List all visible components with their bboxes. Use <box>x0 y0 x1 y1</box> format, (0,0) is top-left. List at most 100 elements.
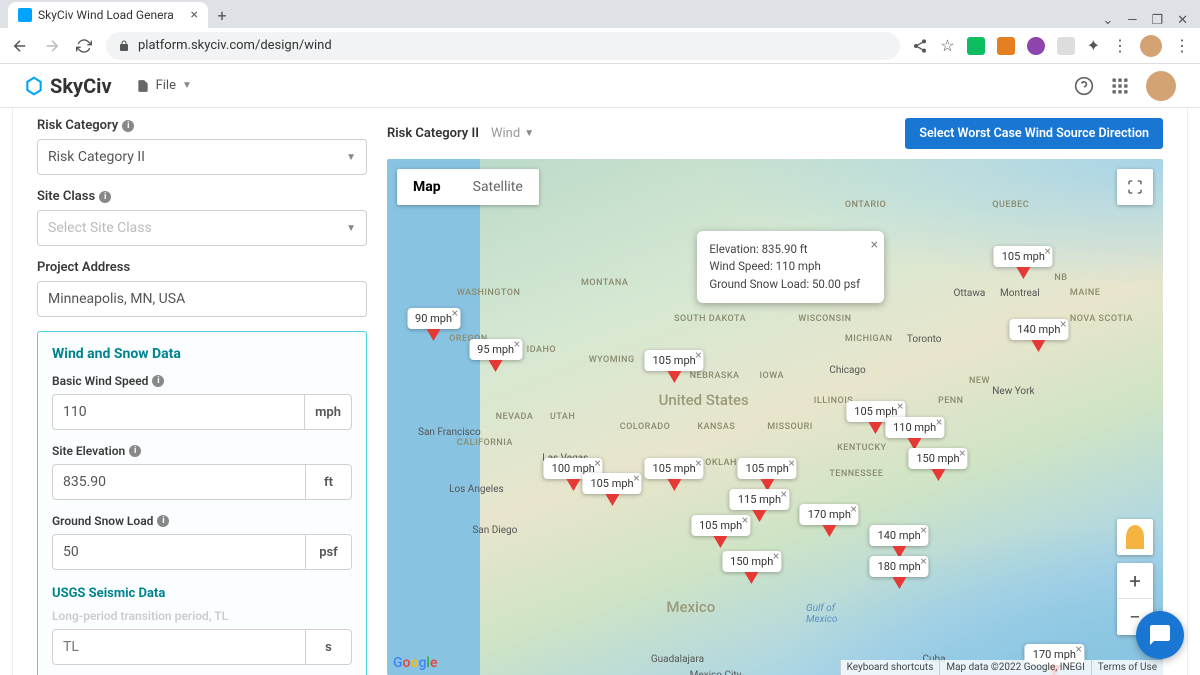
info-icon[interactable]: i <box>122 120 134 132</box>
state-label: NOVA SCOTIA <box>1070 314 1133 324</box>
close-icon[interactable]: × <box>959 446 965 460</box>
back-button[interactable] <box>10 36 30 56</box>
wind-pin[interactable]: ×150 mph <box>722 551 781 572</box>
wind-pin[interactable]: ×110 mph <box>885 417 944 438</box>
close-icon[interactable]: × <box>788 456 794 470</box>
logo-icon <box>24 76 44 96</box>
keyboard-shortcuts-link[interactable]: Keyboard shortcuts <box>840 660 940 675</box>
map-canvas[interactable]: Map Satellite × Elevation: 835.90 ft Win… <box>387 159 1163 675</box>
kebab-icon[interactable]: ⋮ <box>1112 36 1128 55</box>
close-icon[interactable]: × <box>897 399 903 413</box>
risk-category-select[interactable]: Risk Category II ▼ <box>37 139 367 175</box>
chat-bubble[interactable] <box>1136 611 1184 659</box>
star-icon[interactable]: ☆ <box>940 36 954 55</box>
chevron-down-icon: ▼ <box>346 223 356 234</box>
profile-avatar[interactable] <box>1140 35 1162 57</box>
close-icon[interactable]: × <box>695 348 701 362</box>
wind-pin[interactable]: ×105 mph <box>582 473 641 494</box>
close-icon[interactable]: × <box>1044 244 1050 258</box>
forward-button[interactable] <box>42 36 62 56</box>
satellite-btn[interactable]: Satellite <box>457 169 539 205</box>
zoom-in-button[interactable]: + <box>1117 563 1153 599</box>
worst-case-button[interactable]: Select Worst Case Wind Source Direction <box>905 118 1163 149</box>
wind-pin[interactable]: ×105 mph <box>645 458 704 479</box>
chevron-down-icon[interactable]: ⌄ <box>1102 13 1113 28</box>
fullscreen-button[interactable] <box>1117 169 1153 205</box>
pegman-control[interactable] <box>1117 519 1153 555</box>
wind-pin[interactable]: ×180 mph <box>870 556 929 577</box>
wind-pin[interactable]: ×140 mph <box>1009 319 1068 340</box>
snow-load-input[interactable] <box>52 534 306 570</box>
share-icon[interactable] <box>912 38 928 54</box>
ext-icon-3[interactable] <box>1027 37 1045 55</box>
map-header: Risk Category II Wind ▼ Select Worst Cas… <box>387 118 1163 149</box>
new-tab-button[interactable]: + <box>208 2 236 28</box>
state-label: PENN <box>938 396 964 406</box>
url-bar[interactable]: platform.skyciv.com/design/wind <box>106 32 900 60</box>
apps-icon[interactable] <box>1110 76 1130 96</box>
ext-icon-2[interactable] <box>997 37 1015 55</box>
close-icon[interactable]: × <box>633 471 639 485</box>
close-icon[interactable]: × <box>594 456 600 470</box>
puzzle-icon[interactable]: ✦ <box>1087 36 1100 55</box>
wind-pin[interactable]: ×105 mph <box>691 515 750 536</box>
close-icon[interactable]: × <box>871 235 878 256</box>
menu-icon[interactable]: ⋮ <box>1174 36 1190 55</box>
tab-close-icon[interactable]: × <box>191 7 198 23</box>
wind-pin[interactable]: ×90 mph <box>407 308 460 329</box>
state-label: IOWA <box>759 371 783 381</box>
info-icon[interactable]: i <box>157 515 169 527</box>
site-class-select[interactable]: Select Site Class ▼ <box>37 210 367 246</box>
wind-pin[interactable]: ×105 mph <box>645 350 704 371</box>
close-icon[interactable]: × <box>920 554 926 568</box>
file-menu[interactable]: File ▼ <box>136 78 192 93</box>
wind-pin[interactable]: ×115 mph <box>730 489 789 510</box>
info-icon[interactable]: i <box>152 375 164 387</box>
close-icon[interactable]: × <box>742 513 748 527</box>
project-address-input[interactable] <box>37 281 367 317</box>
close-icon[interactable]: × <box>1060 317 1066 331</box>
help-icon[interactable] <box>1074 76 1094 96</box>
browser-tab[interactable]: SkyCiv Wind Load Genera × <box>8 2 208 28</box>
state-label: COLORADO <box>620 422 671 432</box>
wind-pin[interactable]: ×170 mph <box>800 504 859 525</box>
close-icon[interactable]: × <box>773 549 779 563</box>
wind-pin[interactable]: ×150 mph <box>908 448 967 469</box>
terms-link[interactable]: Terms of Use <box>1091 660 1163 675</box>
info-icon[interactable]: i <box>99 191 111 203</box>
close-icon[interactable]: × <box>1076 642 1082 656</box>
city-label: New York <box>992 386 1034 397</box>
close-icon[interactable]: × <box>781 487 787 501</box>
close-icon[interactable]: × <box>920 523 926 537</box>
chevron-down-icon: ▼ <box>346 152 356 163</box>
user-avatar[interactable] <box>1146 71 1176 101</box>
close-icon[interactable]: ✕ <box>1177 13 1188 28</box>
wind-pin[interactable]: ×95 mph <box>469 339 522 360</box>
wind-pin[interactable]: ×105 mph <box>738 458 797 479</box>
close-icon[interactable]: × <box>695 456 701 470</box>
close-icon[interactable]: × <box>514 337 520 351</box>
tl-input[interactable] <box>52 629 306 665</box>
chat-icon <box>1148 623 1172 647</box>
wind-pin[interactable]: ×140 mph <box>870 525 929 546</box>
info-icon[interactable]: i <box>129 445 141 457</box>
ext-icon-1[interactable] <box>967 37 985 55</box>
wind-speed-input[interactable] <box>52 394 305 430</box>
state-label: NEBRASKA <box>690 371 740 381</box>
city-label: Toronto <box>907 334 942 345</box>
map-type-toggle: Map Satellite <box>397 169 539 205</box>
wind-pin[interactable]: ×105 mph <box>994 246 1053 267</box>
maximize-icon[interactable]: ❐ <box>1151 13 1163 28</box>
map-wind-dropdown[interactable]: Wind ▼ <box>491 126 534 141</box>
country-label: United States <box>659 391 749 409</box>
ext-icon-4[interactable] <box>1057 37 1075 55</box>
reload-button[interactable] <box>74 36 94 56</box>
close-icon[interactable]: × <box>452 306 458 320</box>
map-btn[interactable]: Map <box>397 169 457 205</box>
close-icon[interactable]: × <box>936 415 942 429</box>
minimize-icon[interactable]: — <box>1127 13 1137 28</box>
site-class-placeholder: Select Site Class <box>48 220 152 236</box>
elevation-input[interactable] <box>52 464 306 500</box>
close-icon[interactable]: × <box>850 502 856 516</box>
brand-logo[interactable]: SkyCiv <box>24 74 112 98</box>
